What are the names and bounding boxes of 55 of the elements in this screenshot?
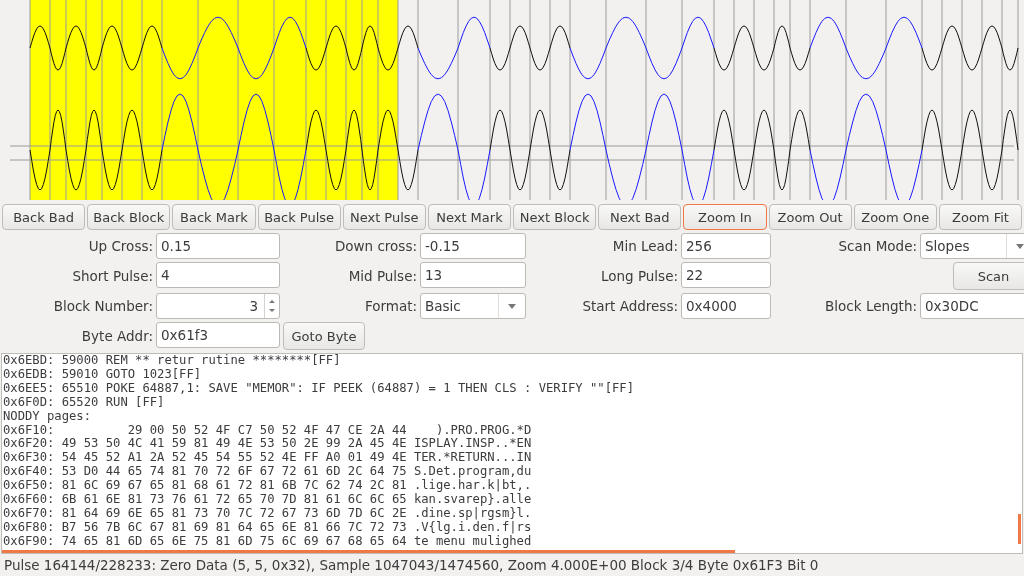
- nav-button[interactable]: Zoom Fit: [938, 204, 1023, 230]
- listing-line: 0x6F90: 74 65 81 6D 65 6E 75 81 6D 75 6C 69 67 68 65 64 te menu mulighed: [2, 534, 532, 549]
- listing-line: 0x6EE5: 65510 POKE 64887,1: SAVE "MEMOR": IF PEEK (64887) = 1 THEN CLS : VERIFY ""[FF]: [2, 381, 635, 396]
- field-label: Min Lead:: [612, 238, 678, 254]
- dropdown[interactable]: Slopes: [920, 233, 1024, 259]
- field-label: Block Length:: [825, 298, 917, 314]
- input-field[interactable]: 0x4000: [681, 293, 771, 319]
- nav-button[interactable]: Back Mark: [172, 204, 256, 230]
- input-field[interactable]: 256: [681, 233, 771, 259]
- listing-line: 0x6F0D: 65520 RUN [FF]: [2, 395, 165, 410]
- input-field[interactable]: -0.15: [420, 233, 526, 259]
- field-label: Long Pulse:: [600, 268, 678, 284]
- action-button[interactable]: Goto Byte: [283, 322, 365, 350]
- listing-line: NODDY pages:: [2, 409, 92, 424]
- listing-line: 0x6F30: 54 45 52 A1 2A 52 45 54 55 52 4E FF A0 01 49 4E TER.*RETURN...IN: [2, 451, 532, 465]
- input-field[interactable]: 0.15: [156, 233, 280, 259]
- nav-button[interactable]: Zoom In: [683, 204, 767, 230]
- listing-line: 0x6F70: 81 64 69 6E 65 81 73 70 7C 72 67 73 6D 7D 6C 2E .dine.sp|rgsm}l.: [2, 506, 532, 521]
- status-text: Pulse 164144/228233: Zero Data (5, 5, 0x32), Sample 1047043/1474560, Zoom 4.000E+00 Block 3/4 Byte 0x61F3 Bit 0: [3, 556, 820, 575]
- listing-line: 0x6F50: 81 6C 69 67 65 81 68 61 72 81 6B 7C 62 74 2C 81 .lige.har.k|bt,.: [2, 479, 532, 494]
- field-label: Short Pulse:: [72, 268, 153, 284]
- scrollbar[interactable]: [1018, 514, 1021, 544]
- input-field[interactable]: 0x30DC: [920, 293, 1024, 319]
- field-label: Scan Mode:: [838, 238, 917, 254]
- listing-line: 0x6F20: 49 53 50 4C 41 59 81 49 4E 53 50 2E 99 2A 45 4E ISPLAY.INSP..*EN: [2, 437, 532, 452]
- nav-button[interactable]: Zoom Out: [768, 204, 852, 230]
- nav-button[interactable]: Zoom One: [853, 204, 937, 230]
- scrollbar[interactable]: [2, 550, 735, 553]
- input-field[interactable]: 22: [681, 262, 771, 288]
- listing-line: 0x6F60: 6B 61 6E 81 73 76 61 72 65 70 7D 81 61 6C 6C 65 kan.svarep}.alle: [2, 493, 532, 507]
- field-label: Format:: [364, 298, 417, 314]
- spin-field[interactable]: 3: [156, 293, 280, 319]
- nav-button[interactable]: Next Bad: [598, 204, 682, 230]
- nav-button[interactable]: Next Block: [513, 204, 597, 230]
- field-label: Byte Addr:: [81, 328, 153, 344]
- field-label: Mid Pulse:: [348, 268, 417, 284]
- nav-button[interactable]: Next Pulse: [342, 204, 426, 230]
- field-label: Start Address:: [582, 298, 678, 314]
- dropdown[interactable]: Basic: [420, 293, 526, 319]
- listing-line: 0x6EBD: 59000 REM ** retur rutine ********[FF]: [2, 354, 341, 368]
- nav-button[interactable]: Back Block: [87, 204, 171, 230]
- input-field[interactable]: 0x61f3: [156, 322, 280, 348]
- listing-line: 0x6EDB: 59010 GOTO 1023[FF]: [2, 367, 202, 382]
- nav-button[interactable]: Back Pulse: [257, 204, 341, 230]
- field-label: Block Number:: [53, 298, 153, 314]
- nav-button[interactable]: Back Bad: [2, 204, 86, 230]
- input-field[interactable]: 4: [156, 262, 280, 288]
- field-label: Up Cross:: [88, 238, 153, 254]
- field-label: Down cross:: [334, 238, 417, 254]
- input-field[interactable]: 13: [420, 262, 526, 288]
- nav-button[interactable]: Next Mark: [427, 204, 512, 230]
- listing-line: 0x6F10: 29 00 50 52 4F C7 50 52 4F 47 CE 2A 44 ).PRO.PROG.*D: [2, 423, 532, 438]
- listing-line: 0x6F40: 53 D0 44 65 74 81 70 72 6F 67 72 61 6D 2C 64 75 S.Det.program,du: [2, 465, 532, 479]
- action-button[interactable]: Scan: [953, 262, 1024, 290]
- listing-line: 0x6F80: B7 56 7B 6C 67 81 69 81 64 65 6E 81 66 7C 72 73 .V{lg.i.den.f|rs: [2, 520, 532, 535]
